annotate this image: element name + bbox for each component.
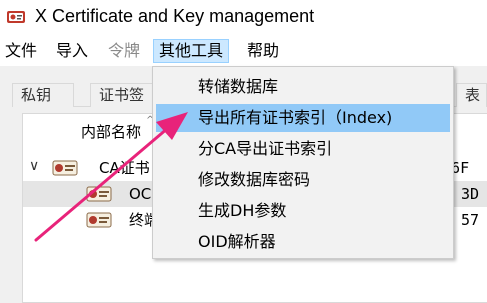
certificate-app-icon bbox=[7, 11, 25, 23]
certificate-icon bbox=[52, 160, 78, 176]
chevron-down-icon[interactable]: ∨ bbox=[29, 158, 39, 174]
menu-item-oid-resolver[interactable]: OID解析器 bbox=[156, 228, 450, 256]
tab-cert-requests[interactable]: 证书签 bbox=[90, 83, 156, 107]
menu-help[interactable]: 帮助 bbox=[242, 39, 284, 63]
menu-token[interactable]: 令牌 bbox=[103, 39, 145, 63]
menu-item-change-db-password[interactable]: 修改数据库密码 bbox=[156, 166, 450, 194]
menu-item-generate-dh-params[interactable]: 生成DH参数 bbox=[156, 197, 450, 225]
menu-item-dump-database[interactable]: 转储数据库 bbox=[156, 73, 450, 101]
title-bar: X Certificate and Key management bbox=[0, 0, 487, 34]
tree-row-serial: 3D bbox=[461, 185, 480, 203]
column-header-internal-name[interactable]: 内部名称 bbox=[81, 122, 141, 142]
menu-item-export-index-per-ca[interactable]: 分CA导出证书索引 bbox=[156, 135, 450, 163]
menu-import[interactable]: 导入 bbox=[51, 39, 93, 63]
tab-private-keys[interactable]: 私钥 bbox=[12, 83, 74, 107]
menu-bar: 文件 导入 令牌 其他工具 帮助 bbox=[0, 36, 487, 66]
other-tools-dropdown: 转储数据库 导出所有证书索引（Index) 分CA导出证书索引 修改数据库密码 … bbox=[152, 66, 454, 259]
tab-partial[interactable]: 表 bbox=[456, 83, 487, 107]
certificate-icon bbox=[86, 212, 112, 228]
certificate-icon bbox=[86, 186, 112, 202]
menu-item-export-all-index[interactable]: 导出所有证书索引（Index) bbox=[156, 104, 450, 132]
tree-row-serial: 57 bbox=[461, 211, 480, 229]
tree-row-label: OC bbox=[129, 185, 152, 203]
window-title: X Certificate and Key management bbox=[35, 6, 315, 26]
tree-row-label: CA证书 bbox=[99, 159, 150, 177]
menu-file[interactable]: 文件 bbox=[0, 39, 42, 63]
menu-other-tools[interactable]: 其他工具 bbox=[153, 39, 230, 63]
